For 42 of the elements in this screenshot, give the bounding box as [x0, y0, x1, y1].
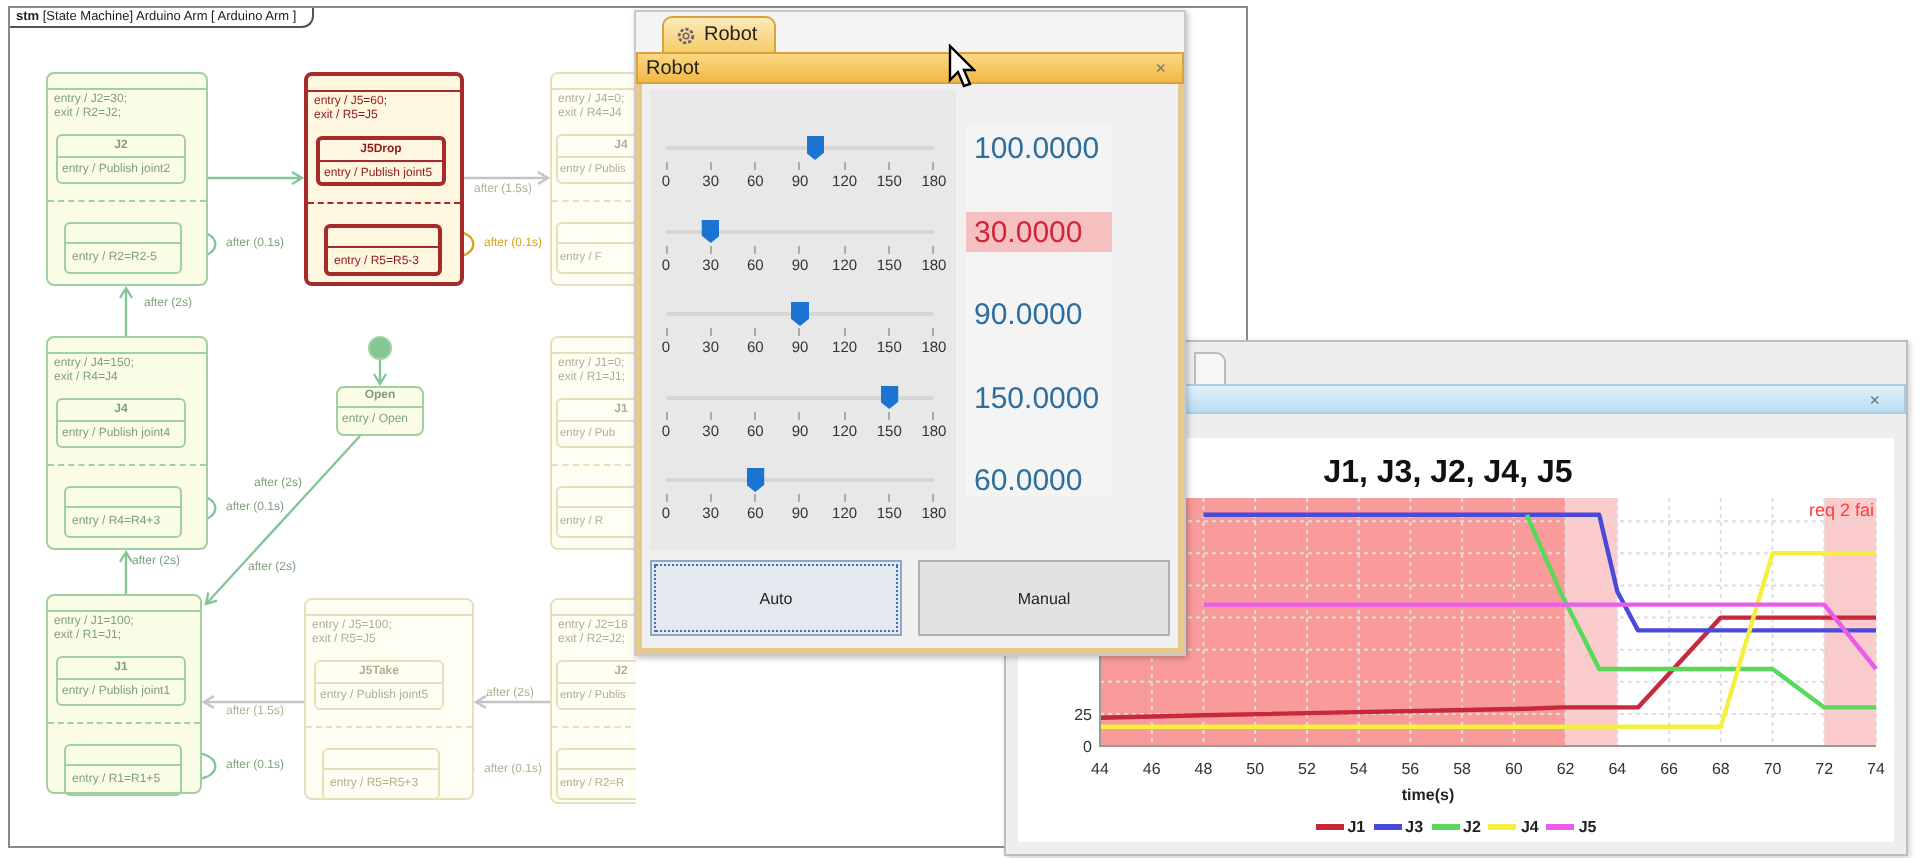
- slider-thumb[interactable]: [806, 136, 824, 160]
- tick-label: 54: [1349, 760, 1368, 778]
- tick-label: 62: [1556, 760, 1575, 778]
- tick-label: 60: [1504, 760, 1523, 778]
- tick-label: 70: [1763, 760, 1782, 778]
- slider-thumb[interactable]: [791, 302, 809, 326]
- value-readout: 90.0000: [972, 296, 1085, 334]
- chart-title: J1, J3, J2, J4, J5: [1323, 456, 1573, 490]
- tick-label: 72: [1815, 760, 1834, 778]
- tick-label: 46: [1142, 760, 1161, 778]
- tick-label: 68: [1711, 760, 1730, 778]
- close-button[interactable]: ×: [1869, 389, 1880, 409]
- tick-label: 44: [1091, 760, 1109, 778]
- tick-label: 64: [1608, 760, 1627, 778]
- slider-thumb[interactable]: [746, 468, 765, 492]
- tick-label: 74: [1867, 760, 1885, 778]
- tick-label: 58: [1453, 760, 1472, 778]
- tick-label: 50: [1246, 760, 1265, 778]
- axis-title: time(s): [1401, 786, 1455, 804]
- slider-thumb[interactable]: [880, 385, 899, 409]
- slider-thumb[interactable]: [701, 219, 720, 243]
- legend-label: J4: [1520, 817, 1539, 835]
- legend-label: J2: [1463, 817, 1481, 835]
- value-readout: 30.0000: [966, 211, 1112, 251]
- tick-label: 48: [1194, 760, 1213, 778]
- tick-label: 56: [1401, 760, 1420, 778]
- annotation-label: req 2 fai: [1808, 500, 1874, 520]
- tick-label: 25: [1074, 705, 1092, 724]
- tick-label: 66: [1660, 760, 1678, 778]
- auto-button[interactable]: Auto: [650, 560, 902, 636]
- value-readout: 150.0000: [972, 379, 1102, 417]
- tick-label: 0: [1083, 738, 1092, 756]
- window-title: Robot: [646, 57, 700, 80]
- value-readout: 60.0000: [972, 462, 1085, 500]
- tick-label: 52: [1298, 760, 1316, 778]
- manual-button[interactable]: Manual: [918, 560, 1170, 636]
- window-tab[interactable]: Robot: [662, 16, 776, 53]
- legend-label: J1: [1347, 817, 1366, 835]
- gear-icon: [676, 25, 696, 46]
- legend-label: J3: [1405, 817, 1424, 835]
- value-readout: 100.0000: [972, 130, 1102, 168]
- legend-label: J5: [1578, 817, 1597, 835]
